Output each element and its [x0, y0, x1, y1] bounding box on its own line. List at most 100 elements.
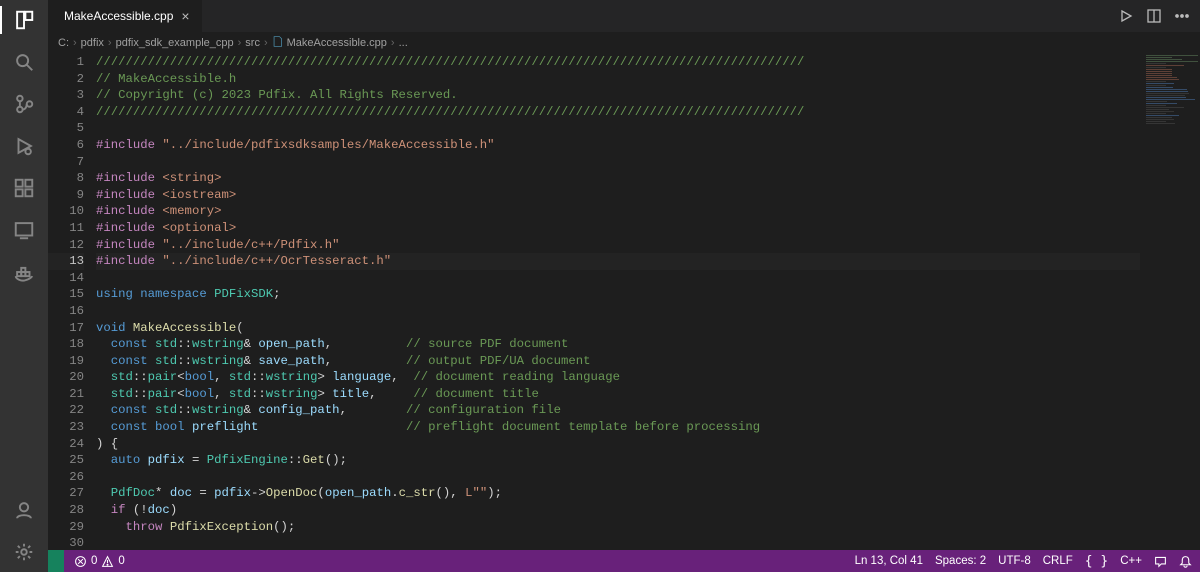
chevron-right-icon: ›	[264, 37, 268, 49]
line-number: 9	[48, 187, 84, 204]
code-line[interactable]: #include <string>	[96, 170, 1140, 187]
breadcrumb[interactable]: C:›pdfix›pdfix_sdk_example_cpp›src› Make…	[48, 32, 1200, 54]
code-line[interactable]	[96, 303, 1140, 320]
code-line[interactable]: #include <iostream>	[96, 187, 1140, 204]
minimap[interactable]	[1142, 54, 1200, 550]
code-line[interactable]	[96, 120, 1140, 137]
breadcrumb-item[interactable]: MakeAccessible.cpp	[287, 37, 387, 49]
accounts-icon[interactable]	[10, 496, 38, 524]
code-line[interactable]: std::pair<bool, std::wstring> title, // …	[96, 386, 1140, 403]
chevron-right-icon: ›	[108, 37, 112, 49]
line-number: 30	[48, 535, 84, 550]
extensions-icon[interactable]	[10, 174, 38, 202]
tab-make-accessible[interactable]: MakeAccessible.cpp ×	[48, 0, 203, 32]
line-number: 25	[48, 452, 84, 469]
line-number: 15	[48, 286, 84, 303]
code-line[interactable]: #include <memory>	[96, 203, 1140, 220]
line-number: 1	[48, 54, 84, 71]
status-bar: 0 0 Ln 13, Col 41 Spaces: 2 UTF-8 CRLF	[48, 550, 1200, 572]
line-number: 11	[48, 220, 84, 237]
line-number: 3	[48, 87, 84, 104]
line-number: 16	[48, 303, 84, 320]
breadcrumb-item[interactable]: pdfix_sdk_example_cpp	[116, 37, 234, 49]
remote-button[interactable]	[48, 550, 64, 572]
line-number: 7	[48, 154, 84, 171]
status-brace-text: { }	[1085, 554, 1108, 569]
run-icon[interactable]	[1118, 8, 1134, 24]
status-encoding-text: UTF-8	[998, 555, 1031, 567]
docker-icon[interactable]	[10, 258, 38, 286]
line-number: 24	[48, 436, 84, 453]
activity-bar	[0, 0, 48, 572]
line-number: 4	[48, 104, 84, 121]
line-number: 10	[48, 203, 84, 220]
status-indent[interactable]: Spaces: 2	[935, 555, 986, 567]
explorer-icon[interactable]	[10, 6, 38, 34]
line-number: 6	[48, 137, 84, 154]
chevron-right-icon: ›	[73, 37, 77, 49]
code-line[interactable]: #include "../include/c++/OcrTesseract.h"	[96, 253, 1140, 270]
code-content[interactable]: ////////////////////////////////////////…	[96, 54, 1200, 550]
code-line[interactable]: // MakeAccessible.h	[96, 71, 1140, 88]
code-line[interactable]	[96, 535, 1140, 550]
code-line[interactable]: const bool preflight // preflight docume…	[96, 419, 1140, 436]
code-line[interactable]: const std::wstring& config_path, // conf…	[96, 402, 1140, 419]
editor-tabs: MakeAccessible.cpp ×	[48, 0, 1200, 32]
status-brace[interactable]: { }	[1085, 554, 1108, 569]
settings-gear-icon[interactable]	[10, 538, 38, 566]
gutter: 1234567891011121314151617181920212223242…	[48, 54, 96, 550]
code-line[interactable]: std::pair<bool, std::wstring> language, …	[96, 369, 1140, 386]
warning-count: 0	[118, 555, 124, 567]
breadcrumb-item[interactable]: C:	[58, 37, 69, 49]
line-number: 18	[48, 336, 84, 353]
close-icon[interactable]: ×	[179, 8, 191, 24]
status-language[interactable]: C++	[1120, 555, 1142, 567]
more-icon[interactable]	[1174, 8, 1190, 24]
split-editor-icon[interactable]	[1146, 8, 1162, 24]
code-line[interactable]: using namespace PDFixSDK;	[96, 286, 1140, 303]
line-number: 12	[48, 237, 84, 254]
cpp-file-icon	[272, 36, 283, 50]
code-line[interactable]: ) {	[96, 436, 1140, 453]
breadcrumb-item[interactable]: pdfix	[81, 37, 104, 49]
status-encoding[interactable]: UTF-8	[998, 555, 1031, 567]
code-line[interactable]: if (!doc)	[96, 502, 1140, 519]
code-line[interactable]: ////////////////////////////////////////…	[96, 104, 1140, 121]
line-number: 13	[48, 253, 84, 270]
code-line[interactable]	[96, 270, 1140, 287]
code-line[interactable]: // Copyright (c) 2023 Pdfix. All Rights …	[96, 87, 1140, 104]
code-line[interactable]: PdfDoc* doc = pdfix->OpenDoc(open_path.c…	[96, 485, 1140, 502]
code-line[interactable]: const std::wstring& save_path, // output…	[96, 353, 1140, 370]
source-control-icon[interactable]	[10, 90, 38, 118]
code-line[interactable]: void MakeAccessible(	[96, 320, 1140, 337]
breadcrumb-item[interactable]: ...	[399, 37, 408, 49]
code-line[interactable]: #include <optional>	[96, 220, 1140, 237]
status-eol[interactable]: CRLF	[1043, 555, 1073, 567]
line-number: 17	[48, 320, 84, 337]
code-line[interactable]: throw PdfixException();	[96, 519, 1140, 536]
run-debug-icon[interactable]	[10, 132, 38, 160]
line-number: 29	[48, 519, 84, 536]
breadcrumb-item[interactable]: src	[245, 37, 260, 49]
code-line[interactable]: ////////////////////////////////////////…	[96, 54, 1140, 71]
status-problems[interactable]: 0 0	[74, 555, 125, 568]
line-number: 19	[48, 353, 84, 370]
line-number: 2	[48, 71, 84, 88]
status-lang-text: C++	[1120, 555, 1142, 567]
code-line[interactable]: auto pdfix = PdfixEngine::Get();	[96, 452, 1140, 469]
search-icon[interactable]	[10, 48, 38, 76]
remote-explorer-icon[interactable]	[10, 216, 38, 244]
code-line[interactable]: const std::wstring& open_path, // source…	[96, 336, 1140, 353]
code-editor[interactable]: 1234567891011121314151617181920212223242…	[48, 54, 1200, 550]
code-line[interactable]: #include "../include/c++/Pdfix.h"	[96, 237, 1140, 254]
status-feedback-icon[interactable]	[1154, 555, 1167, 568]
code-line[interactable]: #include "../include/pdfixsdksamples/Mak…	[96, 137, 1140, 154]
status-cursor[interactable]: Ln 13, Col 41	[855, 555, 923, 567]
code-line[interactable]	[96, 154, 1140, 171]
chevron-right-icon: ›	[238, 37, 242, 49]
code-line[interactable]	[96, 469, 1140, 486]
line-number: 27	[48, 485, 84, 502]
error-count: 0	[91, 555, 97, 567]
status-eol-text: CRLF	[1043, 555, 1073, 567]
status-bell-icon[interactable]	[1179, 555, 1192, 568]
